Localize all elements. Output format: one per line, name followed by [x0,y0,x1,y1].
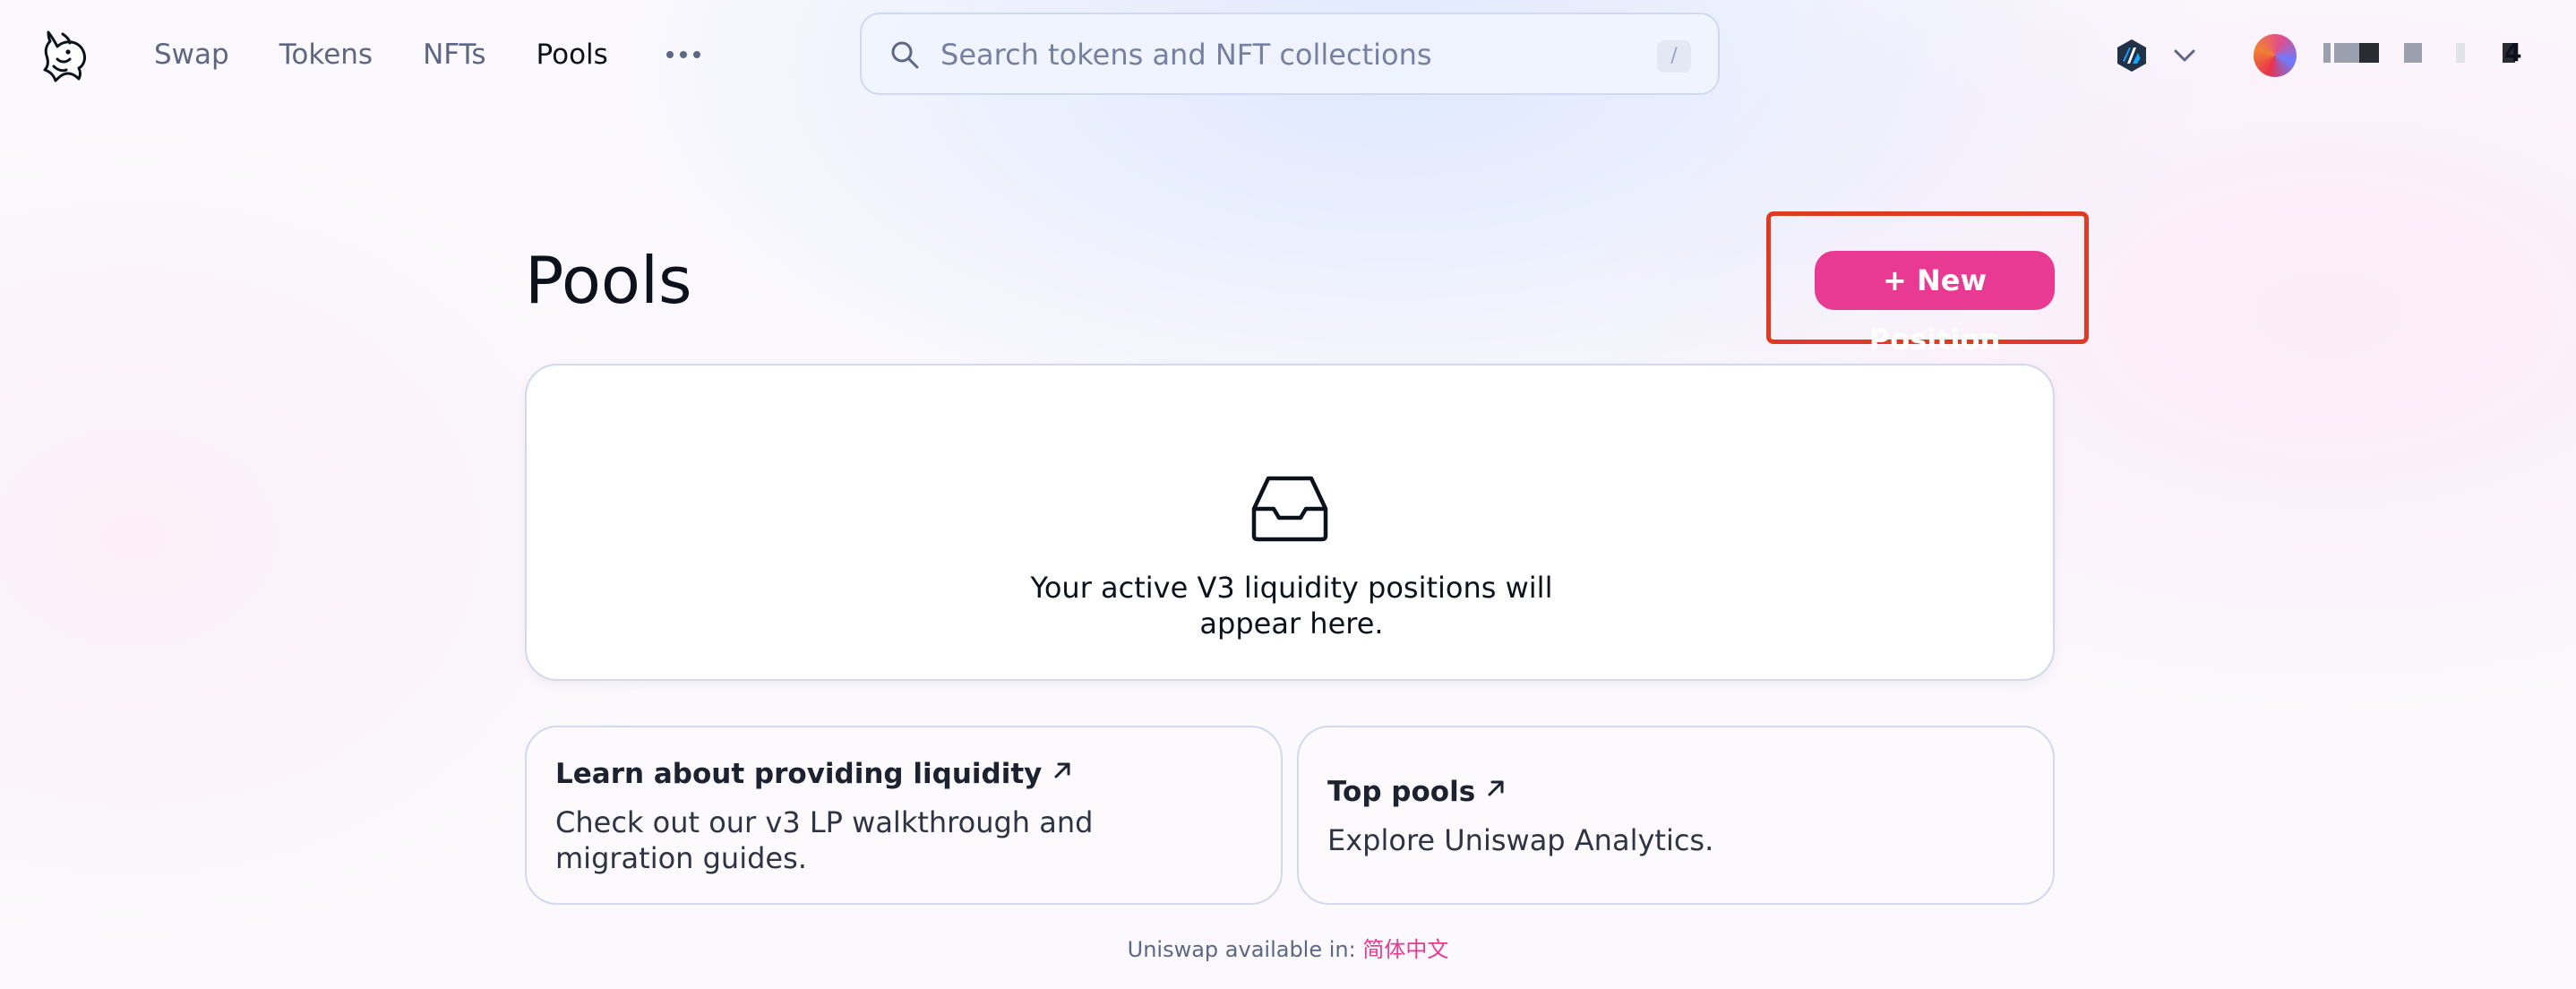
card-description: Explore Uniswap Analytics. [1327,823,1714,857]
nav-link-tokens[interactable]: Tokens [279,34,373,75]
card-title: Learn about providing liquidity [555,756,1072,792]
empty-state-message: Your active V3 liquidity positions will … [933,570,1650,641]
page-title: Pools [525,243,692,318]
wallet-address-suffix: 4 [2504,38,2522,67]
footer-text: Uniswap available in: [1127,937,1356,962]
arbitrum-icon [2117,39,2146,72]
card-title: Top pools [1327,774,1506,810]
card-title-text: Learn about providing liquidity [555,758,1043,790]
card-title-text: Top pools [1327,776,1476,808]
empty-state-line: appear here. [1199,606,1384,641]
account-button[interactable]: 4 [2254,32,2540,79]
search-icon [891,41,919,69]
language-link[interactable]: 简体中文 [1362,937,1448,962]
search-input[interactable] [940,30,1621,79]
positions-empty-card: Your active V3 liquidity positions will … [525,364,2055,681]
nav-link-pools[interactable]: Pools [537,34,608,75]
search-shortcut-key: / [1657,40,1691,73]
learn-liquidity-card[interactable]: Learn about providing liquidity Check ou… [525,726,1283,905]
chevron-down-icon [2174,49,2195,62]
wallet-avatar [2254,34,2297,77]
network-selector[interactable] [2114,36,2203,75]
external-arrow-icon [1488,780,1504,796]
card-description: Check out our v3 LP walkthrough and migr… [555,805,1094,875]
top-nav: Swap Tokens NFTs Pools / [0,0,2576,109]
nav-links: Swap Tokens NFTs Pools [154,34,608,75]
inbox-icon [1251,476,1328,542]
external-arrow-icon [1054,762,1070,778]
top-pools-card[interactable]: Top pools Explore Uniswap Analytics. [1297,726,2055,905]
nav-link-nfts[interactable]: NFTs [423,34,485,75]
footer: Uniswap available in: 简体中文 [0,932,2576,963]
ellipsis-icon[interactable] [666,41,702,68]
new-position-button[interactable]: + New Position [1815,251,2055,357]
empty-state-line: Your active V3 liquidity positions will [1030,571,1553,605]
uniswap-logo-icon[interactable] [36,27,93,84]
search-bar[interactable]: / [860,13,1720,95]
nav-link-swap[interactable]: Swap [154,34,229,75]
